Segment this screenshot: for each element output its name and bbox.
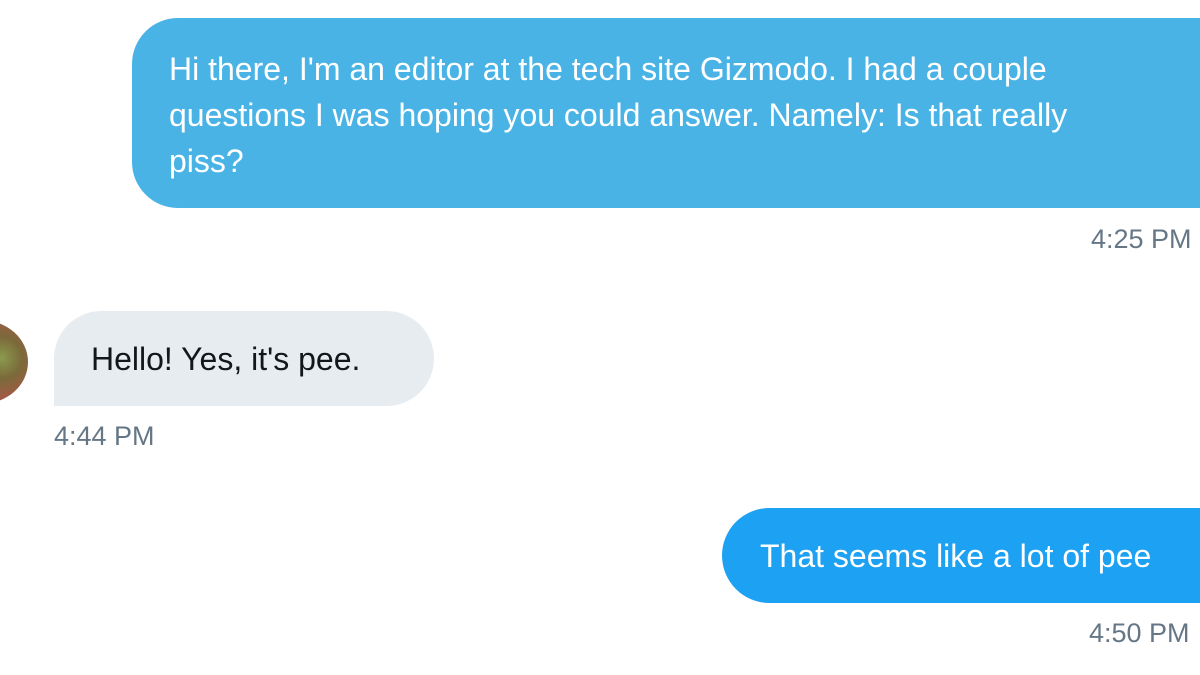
message-line: Hello! Yes, it's pee. <box>91 341 361 377</box>
message-timestamp: 4:50 PM <box>1089 618 1190 648</box>
message-line: Hi there, I'm an editor at the tech site… <box>169 51 1047 87</box>
message-line: questions I was hoping you could answer.… <box>169 97 1068 133</box>
message-bubble-outgoing[interactable]: Hi there, I'm an editor at the tech site… <box>132 18 1200 208</box>
message-bubble-outgoing[interactable]: That seems like a lot of pee <box>722 508 1200 603</box>
message-timestamp: 4:44 PM <box>54 421 155 451</box>
message-line: piss? <box>169 143 244 179</box>
message-line: That seems like a lot of pee <box>760 538 1152 574</box>
message-timestamp: 4:25 PM <box>1091 224 1192 254</box>
dm-conversation: Hi there, I'm an editor at the tech site… <box>0 0 1200 675</box>
message-bubble-incoming[interactable]: Hello! Yes, it's pee. <box>54 311 434 406</box>
contact-avatar[interactable] <box>0 320 28 404</box>
